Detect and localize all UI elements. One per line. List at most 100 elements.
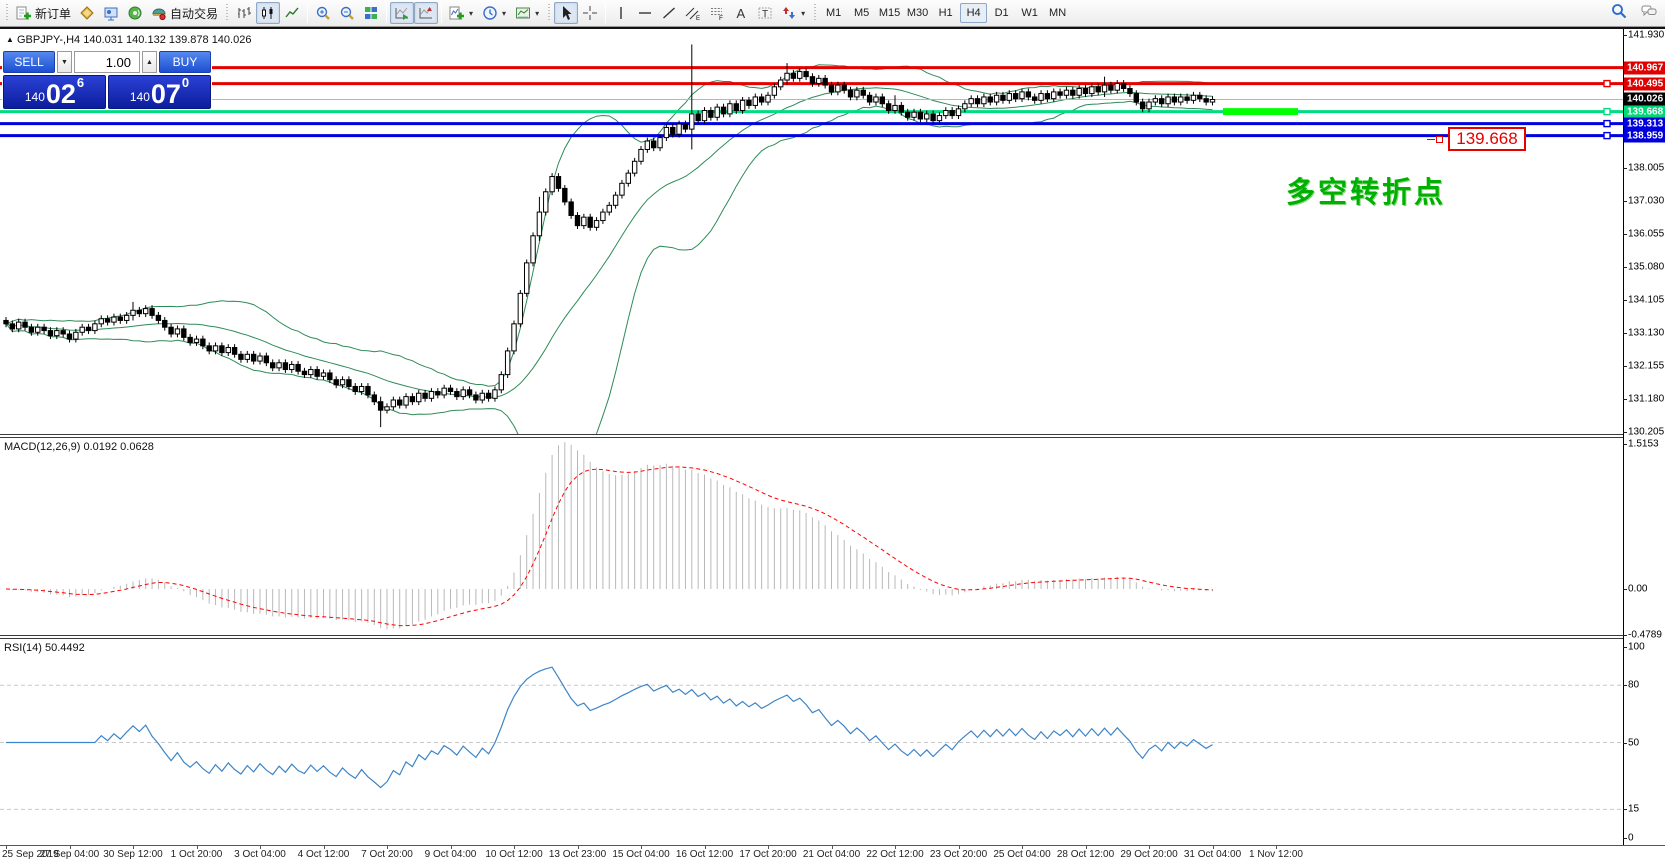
candle-body <box>1191 95 1195 100</box>
sell-price[interactable]: 140 02 6 <box>3 75 106 109</box>
time-label: 9 Oct 04:00 <box>425 849 477 860</box>
macd-pane[interactable] <box>0 438 1623 635</box>
horizontal-line-tool-button[interactable] <box>633 2 657 24</box>
trendline-tool-button[interactable] <box>657 2 681 24</box>
sell-button[interactable]: SELL <box>3 51 55 73</box>
rsi-pane[interactable] <box>0 639 1623 845</box>
new-order-button[interactable]: 新订单 <box>12 2 75 24</box>
auto-scroll-button[interactable] <box>390 2 414 24</box>
candle-body <box>867 95 871 102</box>
price-tick-136.055: 136.055 <box>1628 229 1664 240</box>
tile-windows-button[interactable] <box>359 2 383 24</box>
periods-button[interactable]: ▾ <box>478 2 511 24</box>
price-tag-label[interactable]: 139.668 <box>1448 127 1526 151</box>
candle-body <box>93 324 97 331</box>
bar-chart-button[interactable] <box>232 2 256 24</box>
equidistant-channel-tool-button[interactable]: E <box>681 2 705 24</box>
volume-up-button[interactable]: ▲ <box>142 51 157 73</box>
candle-body <box>1210 99 1214 102</box>
candle-body <box>804 72 808 77</box>
rsi-tick-15: 15 <box>1628 804 1639 815</box>
candle-body <box>1134 94 1138 102</box>
candle-body <box>118 317 122 320</box>
text-tool-button[interactable]: A <box>729 2 753 24</box>
timeframe-group: M1M5M15M30H1H4D1W1MN <box>820 3 1071 23</box>
cursor-tool-button[interactable] <box>554 2 578 24</box>
price-axis[interactable]: 141.930138.005137.030136.055135.080134.1… <box>1623 29 1665 845</box>
chat-icon[interactable] <box>1641 3 1657 19</box>
turning-point-annotation[interactable]: 多空转折点 <box>1286 169 1446 211</box>
periods-dropdown-arrow[interactable]: ▾ <box>501 9 507 18</box>
candle-body <box>48 331 52 336</box>
candle-body <box>493 390 497 398</box>
axis-tick <box>1623 35 1627 36</box>
text-label-tool-button[interactable]: T <box>753 2 777 24</box>
zoom-out-button[interactable] <box>335 2 359 24</box>
candle-body <box>1071 90 1075 95</box>
price-pane[interactable] <box>0 29 1623 434</box>
zoom-in-button[interactable] <box>311 2 335 24</box>
indicators-button[interactable]: ▾ <box>445 2 478 24</box>
templates-icon <box>515 5 531 21</box>
fibonacci-tool-button[interactable]: F <box>705 2 729 24</box>
chart-shift-button[interactable] <box>414 2 438 24</box>
timeframe-m15[interactable]: M15 <box>876 3 903 23</box>
candle-body <box>531 236 535 263</box>
candle-body <box>372 395 376 402</box>
buy-price-pip: 0 <box>182 76 189 90</box>
candle-body <box>315 370 319 377</box>
candle-body <box>378 402 382 410</box>
timeframe-h4[interactable]: H4 <box>960 3 987 23</box>
indicators-dropdown-arrow[interactable]: ▾ <box>468 9 474 18</box>
data-window-button[interactable] <box>99 2 123 24</box>
line-chart-button[interactable] <box>280 2 304 24</box>
market-watch-icon <box>79 5 95 21</box>
timeframe-m5[interactable]: M5 <box>848 3 875 23</box>
candle-body <box>455 392 459 397</box>
svg-text:T: T <box>762 9 768 20</box>
signals-button[interactable] <box>123 2 147 24</box>
candle-body <box>80 327 84 332</box>
templates-button[interactable]: ▾ <box>511 2 544 24</box>
sell-price-big: 02 <box>46 82 76 106</box>
search-icon[interactable] <box>1611 3 1627 19</box>
collapse-marker-icon[interactable]: ▲ <box>6 35 14 44</box>
candlestick-chart-button[interactable] <box>256 2 280 24</box>
equidistant-channel-icon: E <box>685 5 701 21</box>
toolbar-separator <box>386 3 387 23</box>
line-handle[interactable] <box>1604 81 1610 87</box>
candle-body <box>417 393 421 401</box>
market-watch-button[interactable] <box>75 2 99 24</box>
timeframe-m1[interactable]: M1 <box>820 3 847 23</box>
candle-body <box>537 212 541 236</box>
candle-body <box>264 356 268 363</box>
timeframe-m30[interactable]: M30 <box>904 3 931 23</box>
text-icon: A <box>733 5 749 21</box>
line-handle[interactable] <box>1604 133 1610 139</box>
candle-body <box>550 177 554 192</box>
price-badge-140.967: 140.967 <box>1624 62 1665 75</box>
axis-tick <box>1623 201 1627 202</box>
chart-window[interactable]: 25 Sep 201927 Sep 04:0030 Sep 12:001 Oct… <box>0 27 1665 859</box>
autotrading-button[interactable]: 自动交易 <box>147 2 222 24</box>
vertical-line-tool-button[interactable] <box>609 2 633 24</box>
candle-body <box>467 390 471 395</box>
timeframe-mn[interactable]: MN <box>1044 3 1071 23</box>
buy-price[interactable]: 140 07 0 <box>108 75 211 109</box>
bollinger-lower-line[interactable] <box>6 101 1213 434</box>
candle-body <box>810 77 814 84</box>
timeframe-w1[interactable]: W1 <box>1016 3 1043 23</box>
volume-input[interactable] <box>74 51 140 73</box>
volume-down-button[interactable]: ▼ <box>57 51 72 73</box>
buy-button[interactable]: BUY <box>159 51 211 73</box>
arrows-dropdown-arrow[interactable]: ▾ <box>800 9 806 18</box>
price-tag-anchor[interactable] <box>1436 136 1443 143</box>
crosshair-tool-button[interactable] <box>578 2 602 24</box>
arrows-tool-button[interactable]: ▾ <box>777 2 810 24</box>
templates-dropdown-arrow[interactable]: ▾ <box>534 9 540 18</box>
line-handle[interactable] <box>1604 121 1610 127</box>
timeframe-d1[interactable]: D1 <box>988 3 1015 23</box>
indicators-icon <box>449 5 465 21</box>
timeframe-h1[interactable]: H1 <box>932 3 959 23</box>
line-handle[interactable] <box>1604 109 1610 115</box>
